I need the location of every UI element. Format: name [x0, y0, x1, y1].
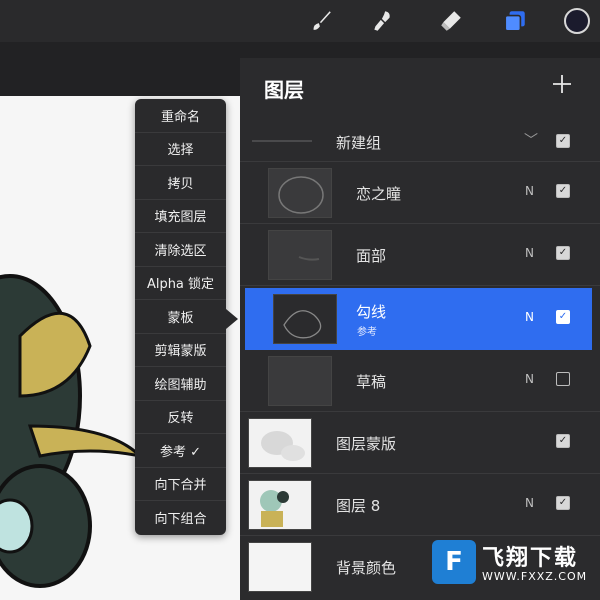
- top-toolbar: [0, 0, 600, 42]
- layer-row[interactable]: 面部 N ✓: [240, 224, 600, 286]
- layer-row[interactable]: 图层蒙版 ✓: [240, 412, 600, 474]
- menu-item-rename[interactable]: 重命名: [135, 99, 226, 133]
- layer-row[interactable]: 恋之瞳 N ✓: [240, 162, 600, 224]
- layers-icon[interactable]: [500, 6, 530, 36]
- layer-row[interactable]: 图层 8 N ✓: [240, 474, 600, 536]
- menu-item-reference[interactable]: 参考 ✓: [135, 434, 226, 468]
- menu-item-clear-selection[interactable]: 清除选区: [135, 233, 226, 267]
- watermark-logo: F: [432, 540, 476, 584]
- layer-thumbnail: [248, 542, 312, 592]
- menu-item-select[interactable]: 选择: [135, 133, 226, 166]
- layer-thumbnail: [248, 418, 312, 468]
- chevron-down-icon[interactable]: ﹀: [524, 130, 538, 150]
- blend-mode[interactable]: N: [525, 184, 534, 198]
- watermark: F 飞翔下载 WWW.FXXZ.COM: [432, 538, 594, 594]
- blend-mode[interactable]: N: [525, 310, 534, 324]
- layer-group-row[interactable]: 新建组 ﹀ ✓: [240, 120, 600, 162]
- menu-item-drawing-assist[interactable]: 绘图辅助: [135, 367, 226, 401]
- layer-name: 图层 8: [336, 497, 381, 515]
- smudge-icon[interactable]: [368, 6, 398, 36]
- layer-thumbnail: [268, 168, 332, 218]
- blend-mode[interactable]: N: [525, 372, 534, 386]
- layers-panel: 图层 新建组 ﹀ ✓ 恋之瞳 N ✓ 面部 N ✓ 勾线 参考 N ✓ 草稿 N…: [240, 58, 600, 600]
- layer-thumbnail: [268, 356, 332, 406]
- menu-item-mask[interactable]: 蒙板: [135, 300, 226, 334]
- layer-thumbnail: [273, 294, 337, 344]
- color-swatch[interactable]: [562, 6, 592, 36]
- layer-thumbnail: [268, 230, 332, 280]
- menu-item-copy[interactable]: 拷贝: [135, 166, 226, 200]
- visibility-checkbox[interactable]: ✓: [556, 372, 570, 386]
- visibility-checkbox[interactable]: ✓: [556, 184, 570, 198]
- menu-item-clipping-mask[interactable]: 剪辑蒙版: [135, 334, 226, 367]
- layer-row[interactable]: 草稿 N ✓: [240, 350, 600, 412]
- menu-item-merge-down[interactable]: 向下合并: [135, 468, 226, 501]
- layer-name: 草稿: [356, 373, 387, 391]
- visibility-checkbox[interactable]: ✓: [556, 134, 570, 148]
- layer-reference-label: 参考: [357, 327, 377, 338]
- layer-name: 恋之瞳: [356, 185, 402, 203]
- layer-options-menu: 重命名 选择 拷贝 填充图层 清除选区 Alpha 锁定 蒙板 剪辑蒙版 绘图辅…: [135, 99, 226, 535]
- menu-item-combine-down[interactable]: 向下组合: [135, 501, 226, 535]
- menu-item-fill-layer[interactable]: 填充图层: [135, 200, 226, 233]
- layer-row-selected[interactable]: 勾线 参考 N ✓: [245, 288, 592, 350]
- watermark-url: WWW.FXXZ.COM: [482, 570, 588, 583]
- layer-name: 图层蒙版: [336, 435, 397, 453]
- menu-pointer: [226, 309, 238, 329]
- menu-item-invert[interactable]: 反转: [135, 401, 226, 434]
- blend-mode[interactable]: N: [525, 246, 534, 260]
- layer-name: 面部: [356, 247, 387, 265]
- layer-thumbnail: [248, 480, 312, 530]
- layer-name: 勾线: [356, 303, 387, 321]
- layer-name: 背景颜色: [336, 559, 397, 577]
- brush-icon[interactable]: [306, 6, 336, 36]
- visibility-checkbox[interactable]: ✓: [556, 434, 570, 448]
- group-divider: [252, 140, 312, 142]
- visibility-checkbox[interactable]: ✓: [556, 496, 570, 510]
- panel-title: 图层: [264, 78, 304, 102]
- visibility-checkbox[interactable]: ✓: [556, 246, 570, 260]
- eraser-icon[interactable]: [436, 6, 466, 36]
- blend-mode[interactable]: N: [525, 496, 534, 510]
- watermark-title: 飞翔下载: [482, 546, 579, 571]
- visibility-checkbox[interactable]: ✓: [556, 310, 570, 324]
- menu-item-alpha-lock[interactable]: Alpha 锁定: [135, 267, 226, 300]
- group-name: 新建组: [336, 134, 382, 152]
- plus-icon[interactable]: [550, 72, 574, 96]
